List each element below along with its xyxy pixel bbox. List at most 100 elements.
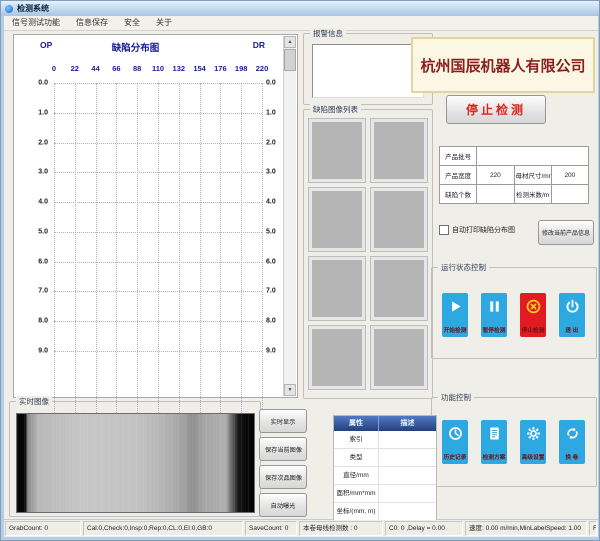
status-segment-0: GrabCount: 0 <box>5 521 81 536</box>
menu-item-0[interactable]: 信号测试功能 <box>4 16 68 30</box>
chart-y-axis-left: 0.01.02.03.04.05.06.07.08.09.0 <box>16 83 48 351</box>
defect-thumbnail[interactable] <box>371 119 427 182</box>
grid-vline <box>179 83 180 419</box>
defect-thumbnail[interactable] <box>371 257 427 320</box>
stop-detection-main-button[interactable]: 停止检测 <box>446 95 546 124</box>
status-segment-1: Cal:0,Check:0,Insp:0,Rep:0,CL:0,EI:0,GB:… <box>83 521 243 536</box>
menu-item-1[interactable]: 信息保存 <box>68 16 116 30</box>
image-action-buttons: 实时显示保存当前图像保存次品图像自动曝光 <box>259 409 307 517</box>
property-value <box>379 467 436 484</box>
alarm-info-label: 报警信息 <box>310 28 346 39</box>
property-row: 面积/mm*mm <box>334 485 436 503</box>
function-control-button-1[interactable]: 检测方案 <box>481 420 507 464</box>
x-tick-label: 176 <box>214 64 227 73</box>
meters-value <box>551 185 588 204</box>
auto-print-checkbox[interactable]: 自动打印缺陷分布图 <box>439 225 515 235</box>
image-button-label-1: 保存当前图像 <box>264 444 301 454</box>
grid-hline <box>54 172 262 173</box>
x-tick-label: 132 <box>173 64 186 73</box>
defect-thumbnail[interactable] <box>371 326 427 389</box>
status-segment-3: 本卷母线检测数 : 0 <box>299 521 383 536</box>
run-state-control-label: 运行状态控制 <box>438 262 489 273</box>
property-table-rows: 索引类型直径/mm面积/mm*mm坐标/(mm, m) <box>334 431 436 521</box>
batch-value <box>477 147 589 166</box>
run-control-buttons: 开始检测暂停检测 停止检测退 出 <box>442 293 585 337</box>
alarm-info-box <box>312 44 424 98</box>
property-value <box>379 431 436 448</box>
gear-icon <box>525 425 542 447</box>
image-button-label-2: 保存次品图像 <box>264 472 301 482</box>
product-info-table: 产品批号 产品宽度 220 母材尺寸/mm 200 缺陷个数 检测米数/m <box>439 146 589 204</box>
image-button-label-0: 实时显示 <box>271 416 296 426</box>
run-control-button-2[interactable]: 停止检测 <box>520 293 546 337</box>
defect-thumbnail[interactable] <box>309 257 365 320</box>
property-name: 索引 <box>334 431 379 448</box>
modify-product-info-button[interactable]: 修改当前产品信息 <box>538 220 594 245</box>
grid-vline <box>200 83 201 419</box>
defect-thumbnail[interactable] <box>309 326 365 389</box>
scroll-up-arrow-icon[interactable]: ▲ <box>284 36 296 48</box>
checkbox-icon[interactable] <box>439 225 449 235</box>
run-control-button-0[interactable]: 开始检测 <box>442 293 468 337</box>
y-tick-label-left: 0.0 <box>16 80 48 87</box>
property-header-desc: 描述 <box>379 416 436 431</box>
image-button-3[interactable]: 自动曝光 <box>259 493 307 517</box>
defect-distribution-chart: OP 缺陷分布图 DR 022446688110132154176198220 … <box>13 34 298 398</box>
run-control-button-1[interactable]: 暂停检测 <box>481 293 507 337</box>
y-tick-label-left: 8.0 <box>16 318 48 325</box>
grid-hline <box>54 143 262 144</box>
y-tick-label-left: 6.0 <box>16 258 48 265</box>
property-name: 类型 <box>334 449 379 466</box>
property-value <box>379 503 436 520</box>
function-control-label-0: 历史记录 <box>444 452 467 461</box>
modify-product-info-label: 修改当前产品信息 <box>542 228 590 237</box>
y-tick-label-left: 9.0 <box>16 348 48 355</box>
grid-hline <box>54 351 262 352</box>
grid-hline <box>54 202 262 203</box>
defect-thumbnail[interactable] <box>309 188 365 251</box>
image-button-1[interactable]: 保存当前图像 <box>259 437 307 461</box>
x-tick-label: 44 <box>91 64 99 73</box>
y-tick-label-left: 3.0 <box>16 169 48 176</box>
defect-thumbnail-grid <box>309 119 427 389</box>
menu-item-3[interactable]: 关于 <box>148 16 180 30</box>
batch-label: 产品批号 <box>440 147 477 166</box>
function-control-button-0[interactable]: 历史记录 <box>442 420 468 464</box>
defect-image-list-group: 缺陷图像列表 <box>303 109 433 399</box>
defect-thumbnail[interactable] <box>371 188 427 251</box>
chart-scrollbar[interactable]: ▲ ▼ <box>283 36 296 396</box>
function-control-button-3[interactable]: 换 卷 <box>559 420 585 464</box>
company-banner: 杭州国辰机器人有限公司 <box>411 37 595 93</box>
power-icon <box>564 298 581 320</box>
y-tick-label-left: 4.0 <box>16 199 48 206</box>
run-control-label-3: 退 出 <box>565 325 578 334</box>
scrollbar-thumb[interactable] <box>284 49 296 71</box>
function-control-buttons: 历史记录 检测方案高级设置换 卷 <box>442 420 585 464</box>
meters-label: 检测米数/m <box>514 185 551 204</box>
menu-bar: 信号测试功能信息保存安全关于 <box>4 16 598 31</box>
function-control-label-3: 换 卷 <box>565 452 578 461</box>
image-button-2[interactable]: 保存次品图像 <box>259 465 307 489</box>
title-bar[interactable]: 检测系统 <box>1 1 600 16</box>
app-icon <box>5 5 13 13</box>
grid-hline <box>54 83 262 84</box>
grid-vline <box>158 83 159 419</box>
play-icon <box>447 298 464 320</box>
material-value: 200 <box>551 166 588 185</box>
history-icon <box>447 425 464 447</box>
run-control-button-3[interactable]: 退 出 <box>559 293 585 337</box>
status-bar: GrabCount: 0Cal:0,Check:0,Insp:0,Rep:0,C… <box>4 520 598 537</box>
grid-hline <box>54 291 262 292</box>
run-control-label-1: 暂停检测 <box>483 325 506 334</box>
function-control-button-2[interactable]: 高级设置 <box>520 420 546 464</box>
scroll-down-arrow-icon[interactable]: ▼ <box>284 384 296 396</box>
run-state-control-group: 运行状态控制 开始检测暂停检测停止检测退 出 <box>431 267 597 359</box>
status-segment-5: 速度: 0.00 m/min,MinLabelSpeed: 1.00 <box>465 521 587 536</box>
defect-thumbnail[interactable] <box>309 119 365 182</box>
image-button-0[interactable]: 实时显示 <box>259 409 307 433</box>
status-segment-2: SaveCount: 0 <box>245 521 297 536</box>
x-tick-label: 154 <box>193 64 206 73</box>
y-tick-label-left: 7.0 <box>16 288 48 295</box>
menu-item-2[interactable]: 安全 <box>116 16 148 30</box>
auto-print-label: 自动打印缺陷分布图 <box>452 225 515 235</box>
